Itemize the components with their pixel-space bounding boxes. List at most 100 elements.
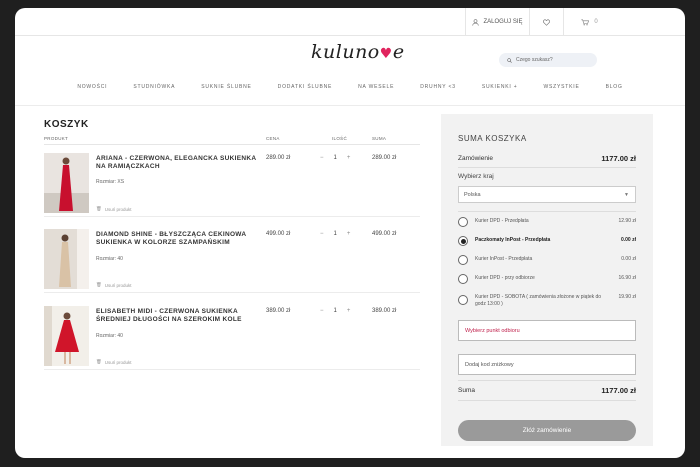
summary-divider (458, 211, 636, 212)
product-thumbnail[interactable] (44, 153, 89, 213)
order-value: 1177.00 zł (601, 154, 636, 163)
cart-row: ELISABETH MIDI - CZERWONA SUKIENKA ŚREDN… (44, 300, 420, 370)
nav-item-suknie-slubne[interactable]: SUKNIE ŚLUBNE (188, 84, 264, 96)
nav-item-dodatki-slubne[interactable]: DODATKI ŚLUBNE (265, 84, 345, 96)
total-value: 1177.00 zł (601, 386, 636, 395)
qty-minus-button[interactable]: − (320, 308, 324, 314)
total-label: Suma (458, 387, 475, 394)
nav-item-sukienki[interactable]: SUKIENKI + (469, 84, 531, 96)
product-photo (44, 229, 89, 289)
main-nav: NOWOŚCI STUDNIÓWKA SUKNIE ŚLUBNE DODATKI… (15, 84, 685, 96)
logo-text: kuluno (311, 41, 380, 63)
cart-count: 0 (594, 19, 598, 25)
product-sum: 499.00 zł (372, 231, 397, 237)
header-qty: ILOŚĆ (332, 136, 348, 141)
country-label: Wybierz kraj (458, 173, 494, 180)
shipping-price: 19.90 zł (618, 294, 636, 300)
shipping-label: Kurier DPD - Przedpłata (475, 218, 529, 224)
shipping-price: 12.90 zł (618, 218, 636, 224)
product-size: Rozmiar: 40 (96, 333, 123, 339)
quantity-stepper: − 1 + (320, 231, 350, 237)
shipping-radio[interactable] (458, 295, 468, 305)
login-link[interactable]: ZALOGUJ SIĘ (465, 8, 529, 36)
logo-heart-icon: ♥ (379, 46, 393, 62)
remove-product-button[interactable]: 🗑 Usuń produkt (96, 206, 131, 212)
quantity-stepper: − 1 + (320, 308, 350, 314)
cart-row: ARIANA - CZERWONA, ELEGANCKA SUKIENKA NA… (44, 147, 420, 217)
remove-label: Usuń produkt (104, 359, 132, 365)
nav-item-druhny[interactable]: DRUHNY <3 (407, 84, 469, 96)
qty-minus-button[interactable]: − (320, 231, 324, 237)
quantity-stepper: − 1 + (320, 155, 350, 161)
qty-value[interactable]: 1 (334, 155, 337, 161)
product-name[interactable]: ARIANA - CZERWONA, ELEGANCKA SUKIENKA NA… (96, 155, 264, 171)
pickup-point-button[interactable]: Wybierz punkt odbioru (458, 320, 636, 341)
product-size: Rozmiar: 40 (96, 256, 123, 262)
shipping-radio[interactable] (458, 217, 468, 227)
shipping-price: 0.00 zł (621, 256, 636, 262)
product-size: Rozmiar: XS (96, 179, 125, 185)
product-thumbnail[interactable] (44, 229, 89, 289)
shipping-price: 16.90 zł (618, 275, 636, 281)
cart-summary-panel: SUMA KOSZYKA Zamówienie 1177.00 zł Wybie… (441, 114, 653, 446)
qty-value[interactable]: 1 (334, 231, 337, 237)
trash-icon: 🗑 (96, 282, 102, 287)
cart-table-header: PRODUKT CENA ILOŚĆ SUMA (44, 134, 420, 145)
chevron-down-icon: ▼ (624, 192, 629, 198)
search-icon (507, 57, 512, 63)
nav-item-nowosci[interactable]: NOWOŚCI (64, 84, 120, 96)
site-logo[interactable]: kuluno♥e (311, 41, 404, 67)
shipping-label: Paczkomaty InPost - Przedpłata (475, 237, 551, 243)
product-price: 289.00 zł (266, 155, 291, 161)
qty-value[interactable]: 1 (334, 308, 337, 314)
country-select[interactable]: Polska ▼ (458, 186, 636, 203)
product-name[interactable]: ELISABETH MIDI - CZERWONA SUKIENKA ŚREDN… (96, 308, 264, 324)
nav-item-studniowka[interactable]: STUDNIÓWKA (120, 84, 188, 96)
trash-icon: 🗑 (96, 206, 102, 211)
qty-plus-button[interactable]: + (347, 308, 351, 314)
cart-button[interactable]: 0 (563, 8, 615, 36)
qty-plus-button[interactable]: + (347, 231, 351, 237)
search-placeholder: Czego szukasz? (516, 57, 553, 63)
product-sum: 389.00 zł (372, 308, 397, 314)
shipping-option[interactable]: Kurier DPD - SOBOTA ( zamówienia złożone… (458, 290, 636, 307)
coupon-field[interactable]: Dodaj kod zniżkowy (458, 354, 636, 375)
cart-row: DIAMOND SHINE - BŁYSZCZĄCA CEKINOWA SUKI… (44, 223, 420, 293)
top-bar: ZALOGUJ SIĘ 0 (15, 8, 685, 36)
shipping-radio[interactable] (458, 274, 468, 284)
product-photo (44, 306, 89, 366)
shipping-option[interactable]: Kurier InPost - Przedpłata 0.00 zł (458, 252, 636, 268)
trash-icon: 🗑 (96, 359, 102, 364)
header-product: PRODUKT (44, 136, 69, 141)
summary-divider (458, 380, 636, 381)
remove-product-button[interactable]: 🗑 Usuń produkt (96, 359, 131, 365)
remove-label: Usuń produkt (104, 282, 132, 288)
nav-item-wszystkie[interactable]: WSZYSTKIE (530, 84, 592, 96)
user-icon (472, 18, 480, 26)
shipping-label: Kurier DPD - SOBOTA ( zamówienia złożone… (475, 294, 602, 307)
summary-divider (458, 167, 636, 168)
nav-item-blog[interactable]: BLOG (593, 84, 636, 96)
shipping-option[interactable]: Kurier DPD - przy odbiorze 16.90 zł (458, 271, 636, 287)
nav-item-na-wesele[interactable]: NA WESELE (345, 84, 407, 96)
login-label: ZALOGUJ SIĘ (483, 19, 523, 25)
product-price: 389.00 zł (266, 308, 291, 314)
shipping-radio[interactable] (458, 236, 468, 246)
shipping-option[interactable]: Kurier DPD - Przedpłata 12.90 zł (458, 214, 636, 230)
shipping-price: 0.00 zł (620, 237, 636, 243)
remove-product-button[interactable]: 🗑 Usuń produkt (96, 282, 131, 288)
country-value: Polska (464, 192, 481, 198)
summary-divider (458, 400, 636, 401)
qty-minus-button[interactable]: − (320, 155, 324, 161)
place-order-button[interactable]: Złóż zamówienie (458, 420, 636, 441)
order-label: Zamówienie (458, 155, 494, 162)
nav-divider (15, 105, 685, 106)
product-thumbnail[interactable] (44, 306, 89, 366)
product-name[interactable]: DIAMOND SHINE - BŁYSZCZĄCA CEKINOWA SUKI… (96, 231, 264, 247)
shipping-radio[interactable] (458, 255, 468, 265)
qty-plus-button[interactable]: + (347, 155, 351, 161)
cart-icon (581, 19, 590, 25)
shipping-option-selected[interactable]: Paczkomaty InPost - Przedpłata 0.00 zł (458, 233, 636, 249)
favorites-button[interactable] (529, 8, 563, 36)
search-input[interactable]: Czego szukasz? (499, 53, 597, 67)
